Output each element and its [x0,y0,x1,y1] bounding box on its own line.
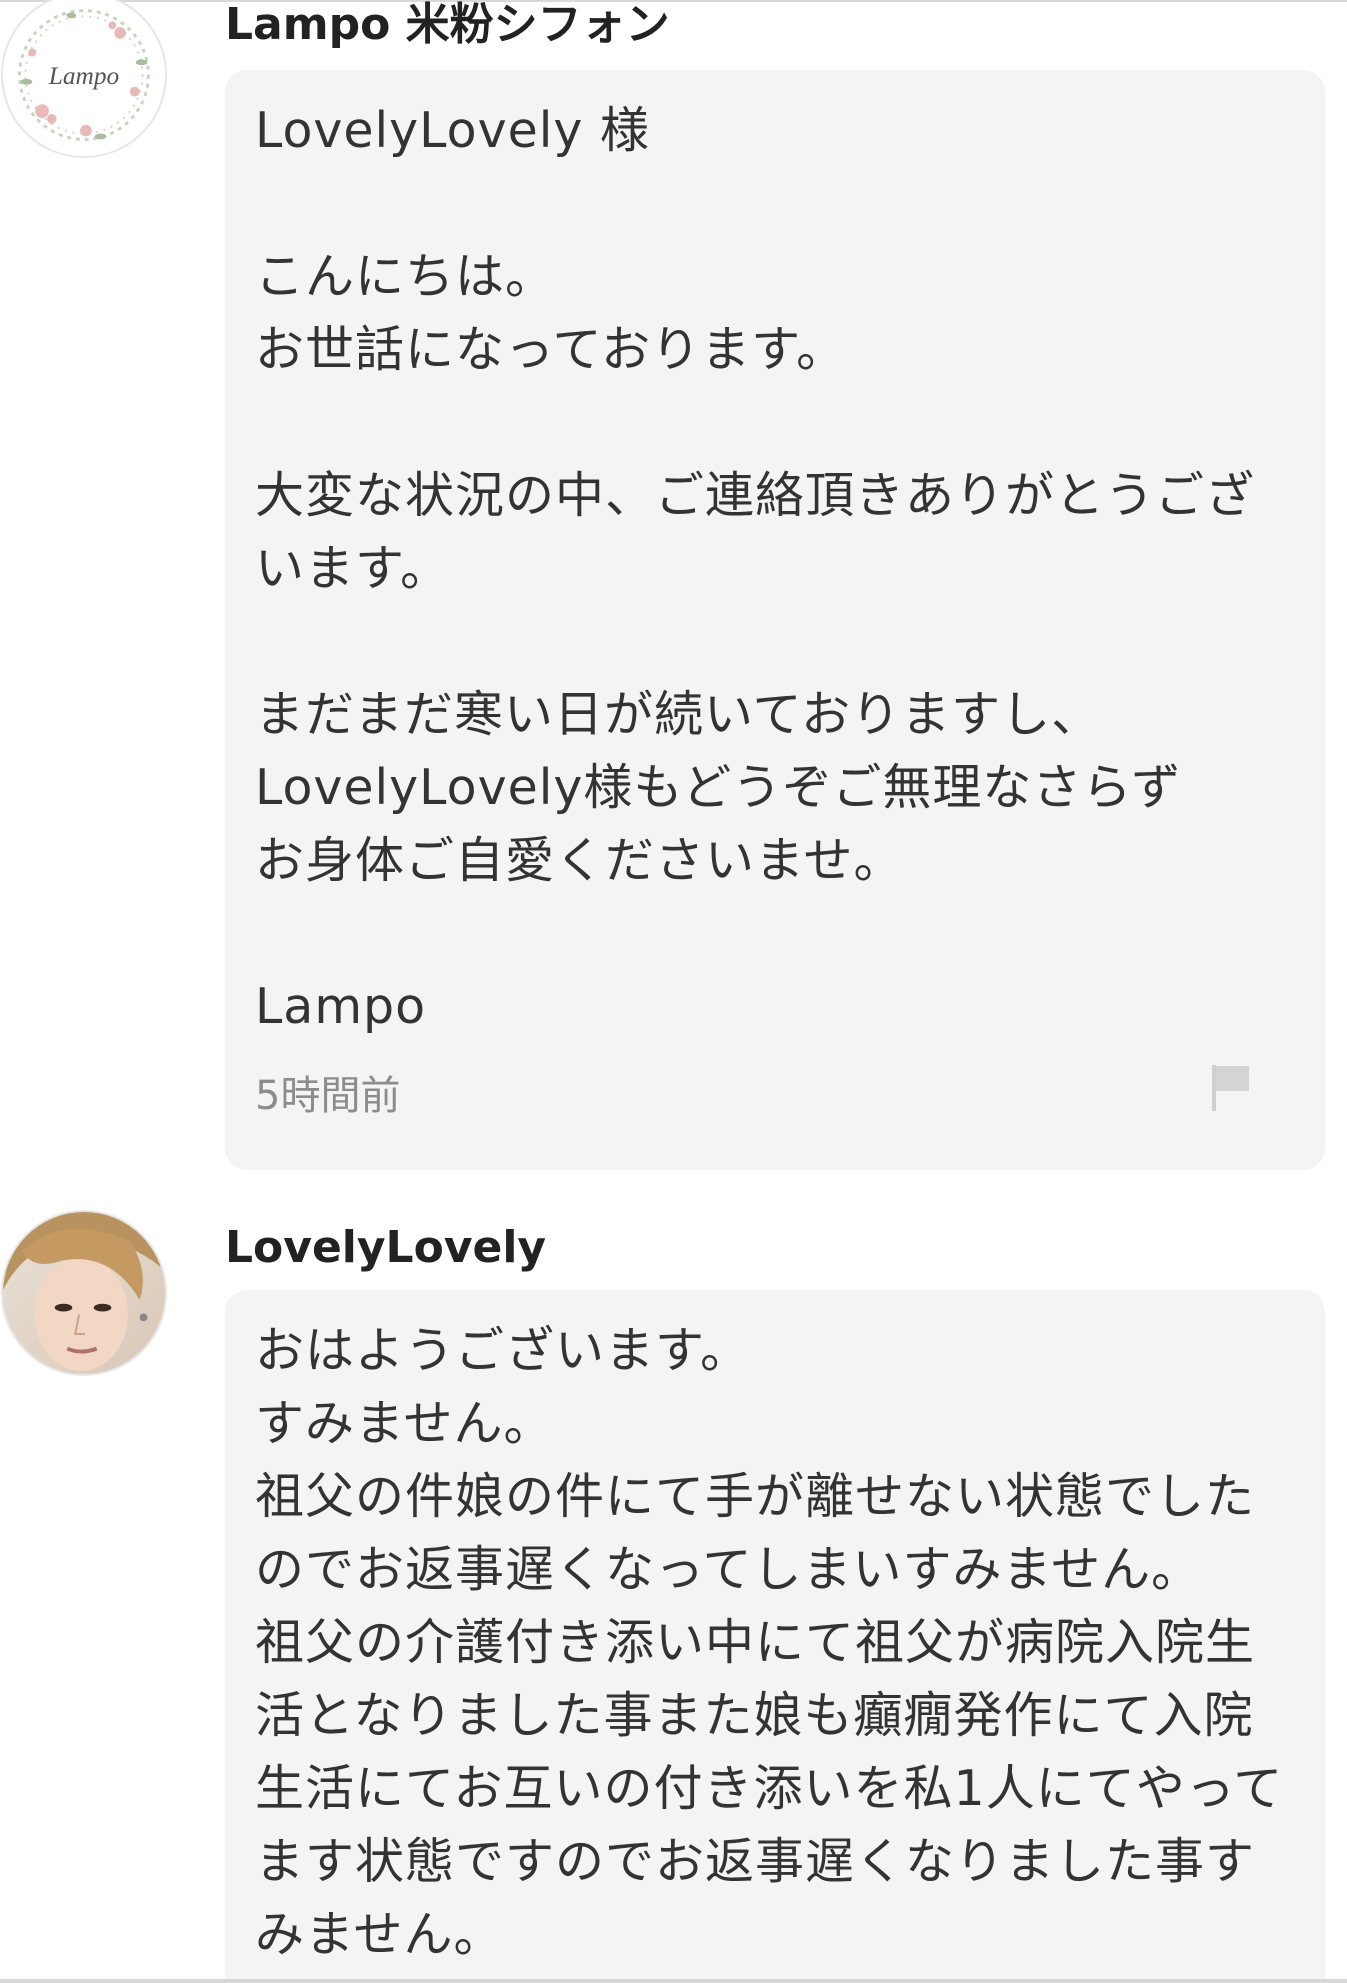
sender-name[interactable]: Lampo 米粉シフォン [225,3,670,47]
message-body: おはようございます。 すみません。 祖父の件娘の件にて手が離せない状態でしたので… [255,1322,1284,1963]
message-body: LovelyLovely 様 こんにちは。 お世話になっております。 大変な状況… [255,102,1256,1035]
message-timestamp: 5時間前 [255,1073,401,1119]
bottom-divider [0,1979,1347,1983]
user-photo-avatar[interactable] [1,1210,167,1376]
sender-name[interactable]: LovelyLovely [225,1226,546,1270]
message-meta: 5時間前 [255,1057,1295,1119]
flag-icon[interactable] [1209,1061,1253,1113]
top-divider [0,0,1347,2]
message-bubble: LovelyLovely 様 こんにちは。 お世話になっております。 大変な状況… [225,70,1325,1170]
chat-thread: Lampo Lampo 米粉シフォン LovelyLovely 様 こんにちは。… [0,0,1347,1983]
message-bubble: おはようございます。 すみません。 祖父の件娘の件にて手が離せない状態でしたので… [225,1290,1325,1983]
avatar-logo-text: Lampo [48,62,119,90]
shop-logo-wreath-icon[interactable]: Lampo [1,0,167,158]
